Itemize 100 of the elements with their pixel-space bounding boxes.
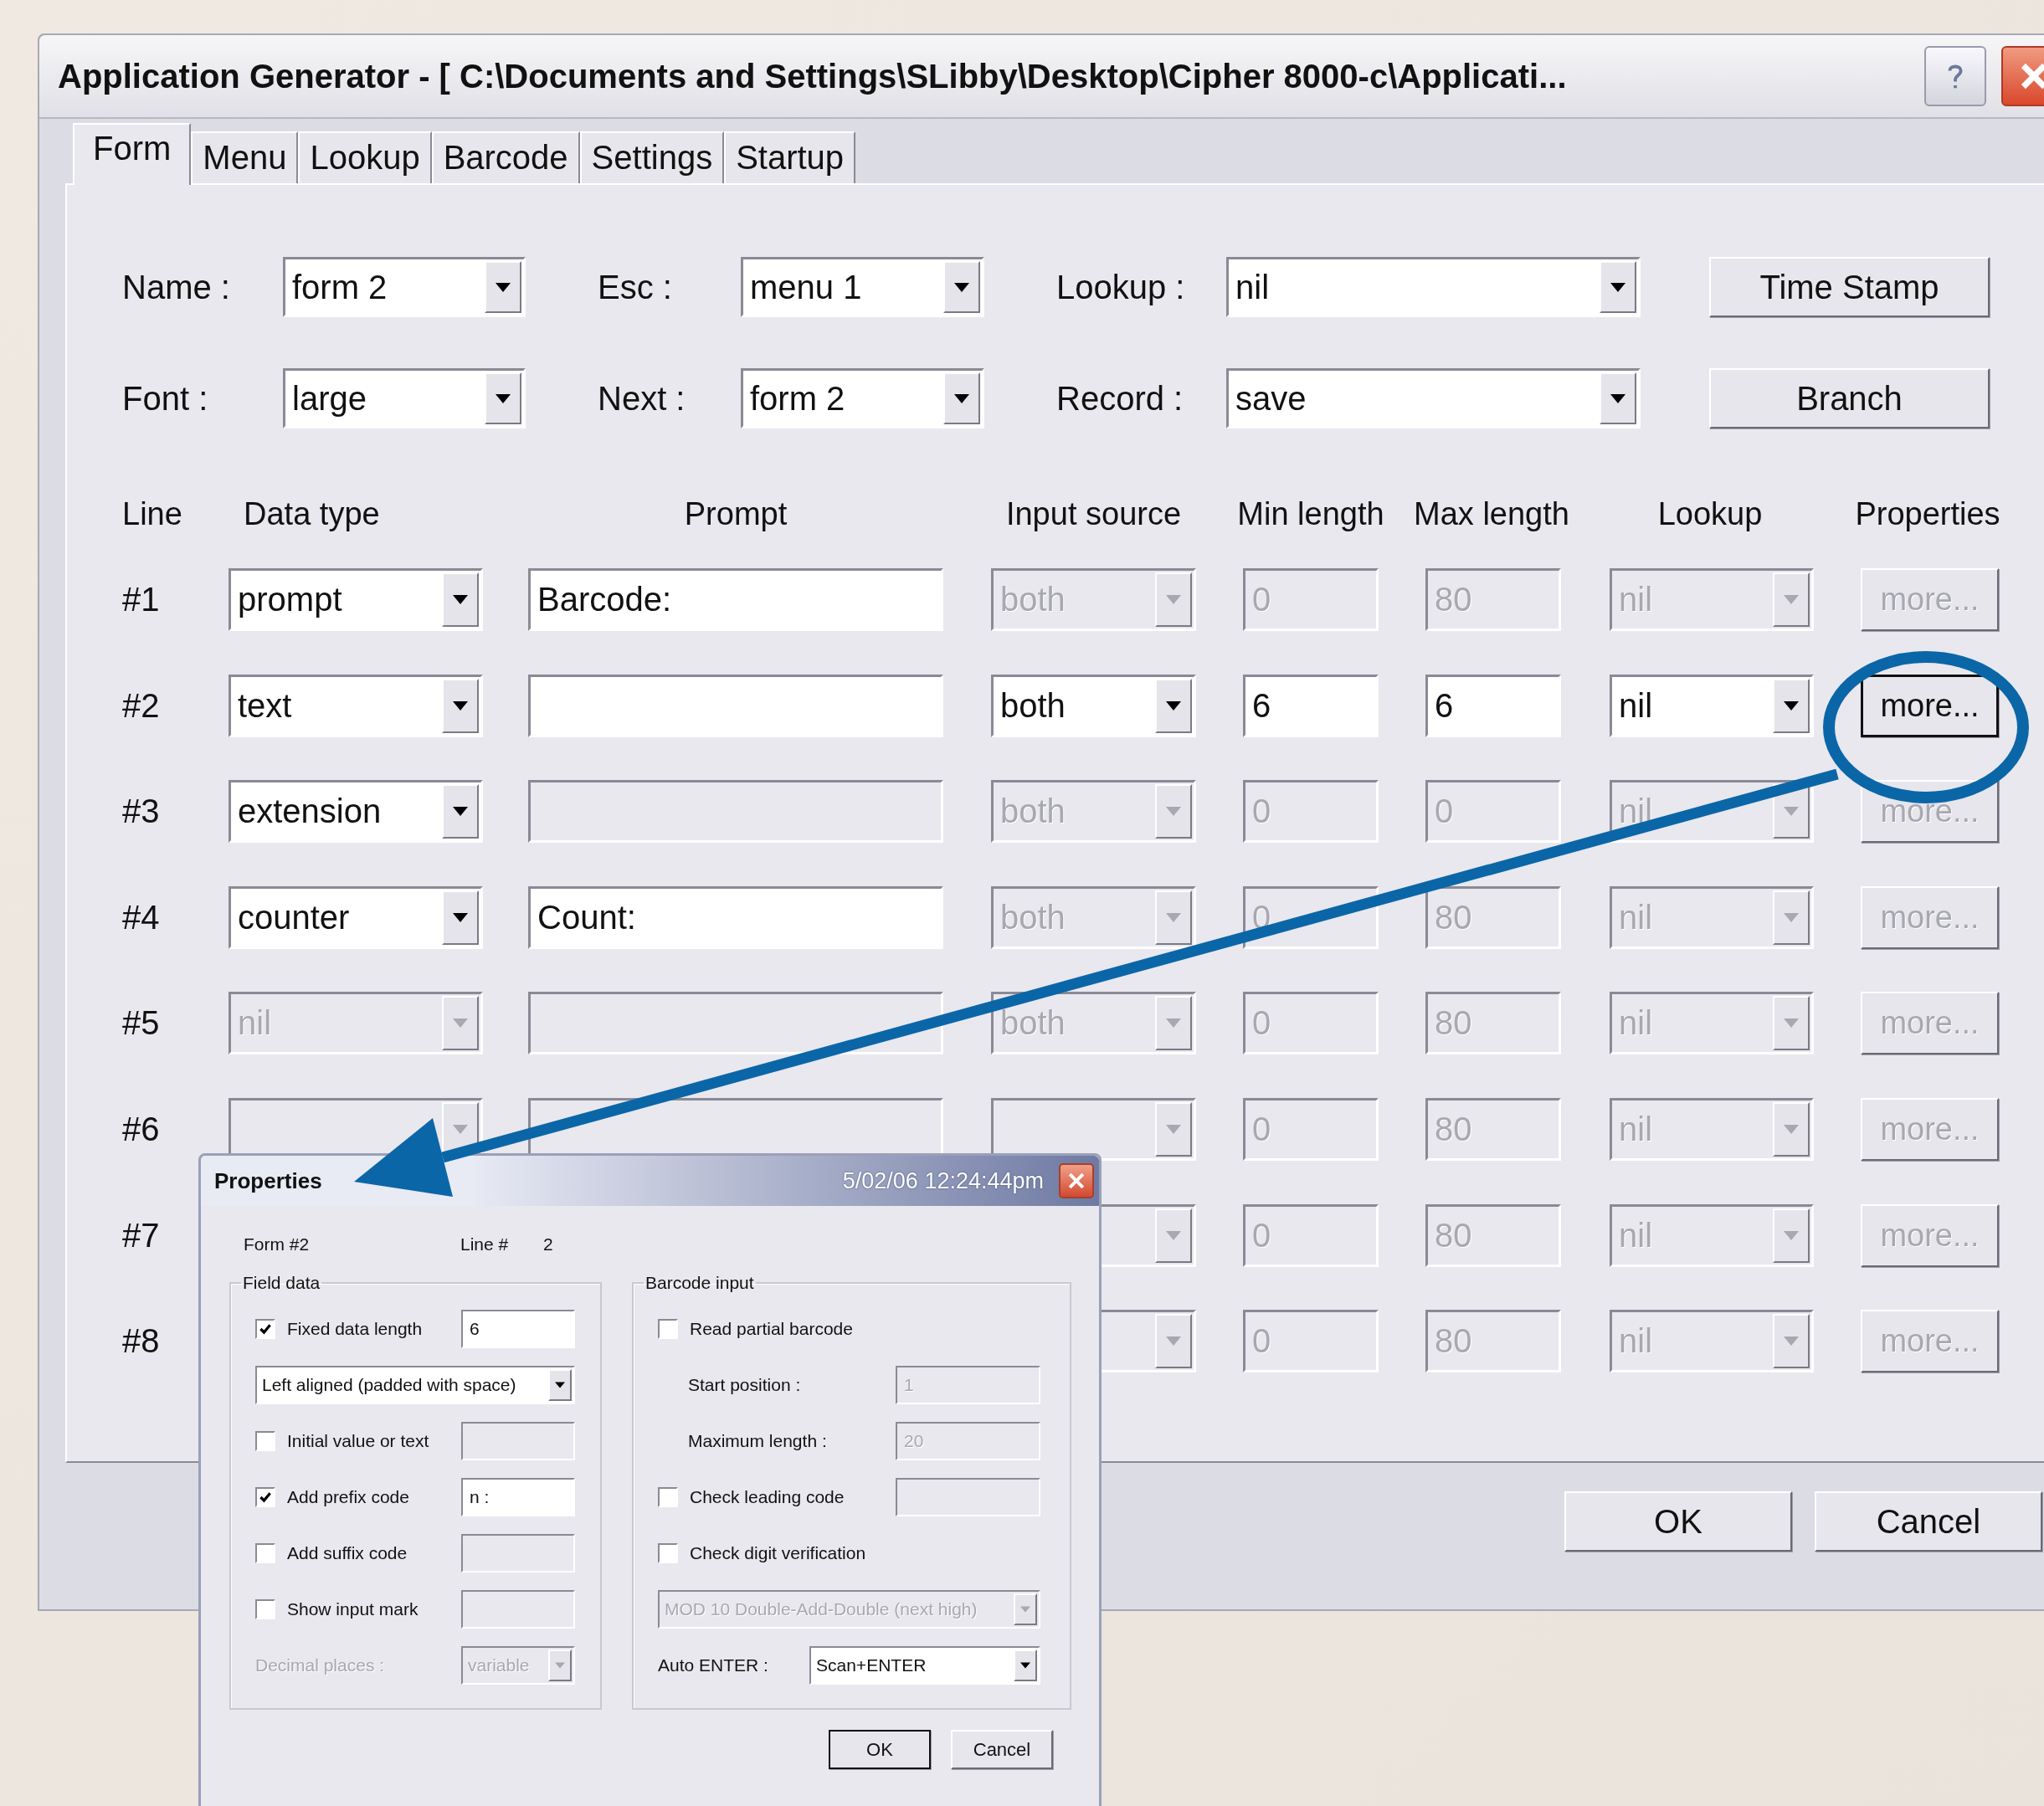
more-button[interactable]: more... <box>1861 674 1999 737</box>
caret-icon <box>1784 1337 1799 1347</box>
caret-icon <box>954 282 969 292</box>
caret-icon <box>555 1382 565 1388</box>
line-number: #4 <box>122 898 161 936</box>
form-label: Form #2 <box>244 1234 311 1254</box>
line-label: Line # <box>460 1234 510 1254</box>
tab[interactable]: Lookup <box>298 131 432 183</box>
column-header: Lookup <box>1656 495 1764 532</box>
dialog-button[interactable]: Cancel <box>1815 1491 2042 1552</box>
caret-icon <box>1784 1230 1799 1240</box>
text-field[interactable]: 6 <box>461 1310 575 1348</box>
group-title: Barcode input <box>645 1273 755 1293</box>
dropdown[interactable]: text <box>229 674 483 737</box>
field-label: Maximum length : <box>688 1431 827 1451</box>
checkbox-label: Add prefix code <box>287 1487 409 1507</box>
column-header: Properties <box>1854 495 2001 532</box>
checkbox-label: Add suffix code <box>287 1543 408 1563</box>
line-number: #8 <box>122 1322 161 1361</box>
line-number: #6 <box>122 1110 161 1148</box>
field-label: Name : <box>122 268 231 306</box>
checkbox[interactable] <box>255 1543 275 1563</box>
dropdown[interactable]: prompt <box>229 568 483 631</box>
dropdown[interactable]: nil <box>1226 257 1641 317</box>
checkbox[interactable] <box>658 1487 678 1507</box>
caret-icon <box>1784 595 1799 604</box>
checkbox[interactable] <box>255 1599 275 1619</box>
line-number: #7 <box>122 1216 161 1254</box>
dropdown[interactable]: counter <box>229 885 483 949</box>
caret-icon <box>1166 700 1181 711</box>
field-label: Lookup : <box>1056 268 1186 306</box>
text-field[interactable] <box>528 674 943 737</box>
dialog-button[interactable]: OK <box>1564 1491 1792 1552</box>
text-field[interactable]: Count: <box>528 885 943 949</box>
checkbox-label: Check digit verification <box>690 1543 866 1563</box>
text-field[interactable]: 6 <box>1243 674 1379 737</box>
dropdown[interactable]: form 2 <box>741 368 984 428</box>
checkbox[interactable] <box>255 1431 275 1451</box>
caret-icon <box>496 393 511 403</box>
dropdown[interactable]: save <box>1226 368 1641 428</box>
line-number: #3 <box>122 793 161 831</box>
dropdown[interactable]: large <box>283 368 526 428</box>
dialog-title: Properties <box>214 1167 323 1194</box>
caret-icon <box>453 1018 468 1029</box>
dropdown[interactable]: menu 1 <box>741 257 984 317</box>
caret-icon <box>1784 1124 1799 1134</box>
checkbox-label: Initial value or text <box>287 1431 429 1451</box>
checkbox-label: Show input mark <box>287 1599 419 1619</box>
dropdown[interactable]: nil <box>1610 674 1814 737</box>
caret-icon <box>1020 1662 1030 1669</box>
checkmark-icon <box>259 1490 272 1504</box>
checkmark-icon <box>259 1322 272 1336</box>
action-button[interactable]: Branch <box>1709 368 1990 428</box>
caret-icon <box>1166 1230 1181 1240</box>
close-button[interactable] <box>1059 1163 1094 1198</box>
caret-icon <box>954 393 969 403</box>
caret-icon <box>1166 1337 1181 1347</box>
tab[interactable]: Menu <box>191 131 299 183</box>
dialog-button[interactable]: Cancel <box>951 1730 1053 1769</box>
checkbox-label: Check leading code <box>690 1487 845 1507</box>
line-value: 2 <box>543 1234 553 1254</box>
caret-icon <box>1020 1606 1030 1613</box>
caret-icon <box>496 282 511 292</box>
group-title: Field data <box>242 1273 321 1293</box>
field-label: Next : <box>598 379 686 418</box>
dropdown[interactable]: Scan+ENTER <box>809 1646 1040 1685</box>
field-label: Font : <box>122 379 209 418</box>
tab[interactable]: Form <box>73 123 192 185</box>
checkbox[interactable] <box>255 1487 275 1507</box>
caret-icon <box>1166 1124 1181 1134</box>
dropdown[interactable]: extension <box>229 780 483 844</box>
column-header: Max length <box>1413 495 1570 532</box>
action-button[interactable]: Time Stamp <box>1709 257 1990 317</box>
caret-icon <box>453 595 468 604</box>
dropdown[interactable]: both <box>991 674 1196 737</box>
text-field[interactable]: 6 <box>1425 674 1561 737</box>
caret-icon <box>1784 807 1799 817</box>
dialog-button[interactable]: OK <box>829 1730 931 1769</box>
checkbox[interactable] <box>255 1319 275 1339</box>
caret-icon <box>555 1662 565 1669</box>
checkbox-label: Fixed data length <box>287 1319 423 1339</box>
tab[interactable]: Barcode <box>431 131 580 183</box>
checkbox[interactable] <box>658 1543 678 1563</box>
caret-icon <box>453 912 468 922</box>
caret-icon <box>1610 282 1625 292</box>
tab[interactable]: Settings <box>579 131 725 183</box>
text-field[interactable]: n : <box>461 1478 575 1516</box>
field-label: Start position : <box>688 1375 801 1395</box>
checkbox[interactable] <box>658 1319 678 1339</box>
line-number: #5 <box>122 1004 161 1043</box>
tab[interactable]: Startup <box>724 131 856 183</box>
text-field[interactable]: Barcode: <box>528 568 943 631</box>
field-label: Decimal places : <box>255 1655 385 1675</box>
help-button[interactable] <box>1924 46 1986 106</box>
caret-icon <box>1166 912 1181 922</box>
caret-icon <box>1784 912 1799 922</box>
caret-icon <box>453 807 468 817</box>
checkbox-label: Read partial barcode <box>690 1319 853 1339</box>
dropdown[interactable]: Left aligned (padded with space) <box>255 1366 575 1404</box>
dropdown[interactable]: form 2 <box>283 257 526 317</box>
